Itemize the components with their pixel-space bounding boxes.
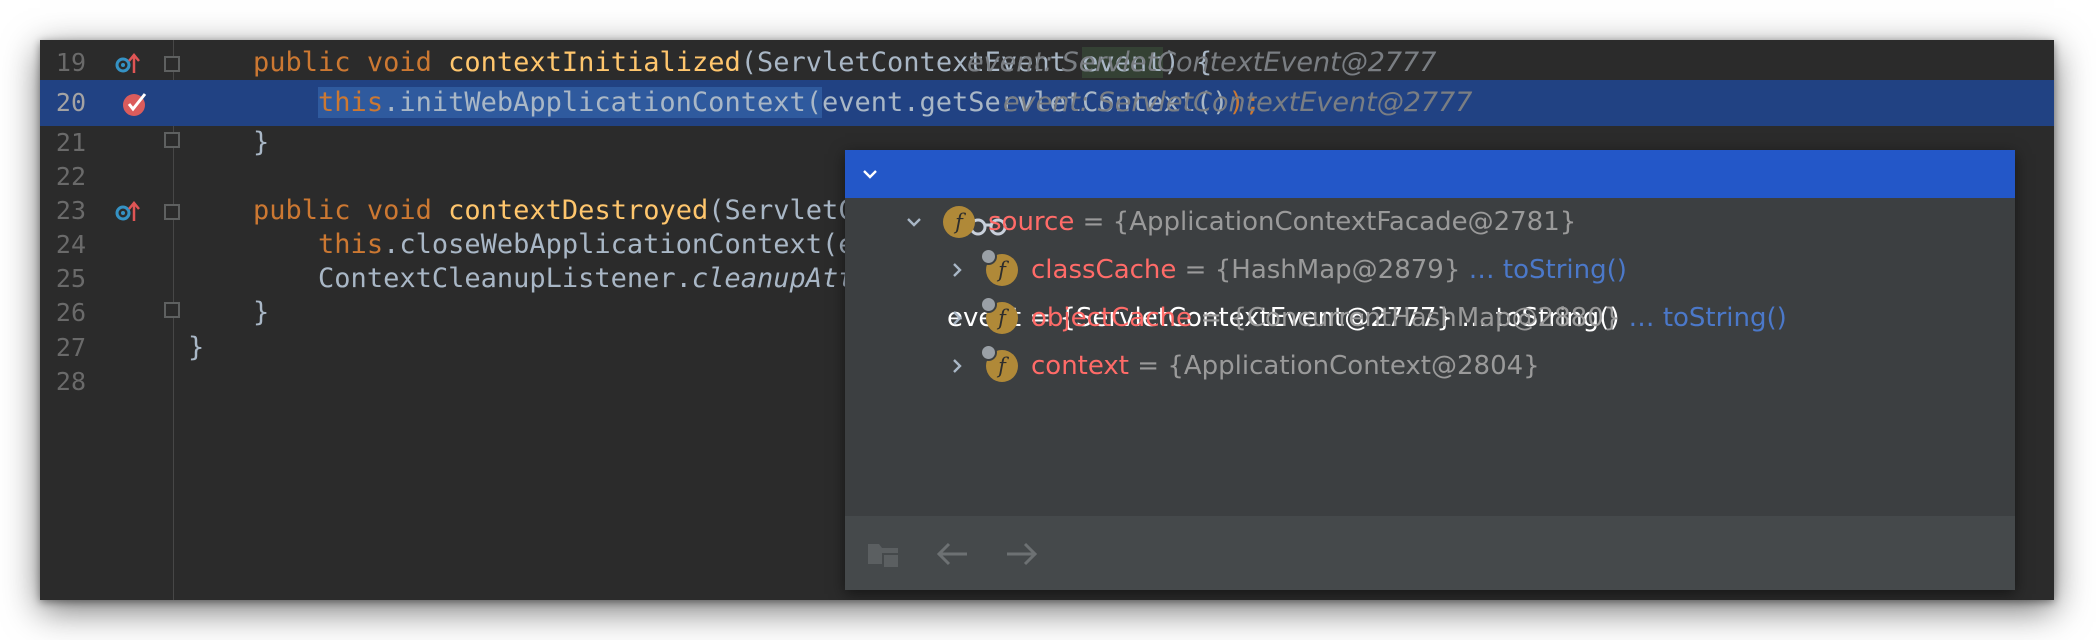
tree-node-source[interactable]: f source = {ApplicationContextFacade@278… — [845, 198, 2015, 246]
field-value: {ConcurrentHashMap@2880} — [1230, 303, 1621, 333]
chevron-down-icon[interactable] — [902, 198, 926, 246]
private-field-icon: f — [980, 248, 1018, 286]
tree-node-context[interactable]: f context = {ApplicationContext@2804} — [845, 342, 2015, 390]
tree-node-classcache[interactable]: f classCache = {HashMap@2879} … toString… — [845, 246, 2015, 294]
debug-value-popup[interactable]: event = {ServletContextEvent@2777} … toS… — [845, 150, 2015, 590]
add-to-watches-icon[interactable] — [865, 536, 905, 576]
fold-marker[interactable] — [164, 302, 180, 318]
field-name: source — [988, 207, 1075, 237]
field-name: objectCache — [1031, 303, 1192, 333]
field-name: classCache — [1031, 255, 1177, 285]
fold-marker[interactable] — [164, 132, 180, 148]
field-icon: f — [943, 206, 975, 238]
field-name: context — [1031, 351, 1129, 381]
field-value: {ApplicationContext@2804} — [1167, 351, 1540, 381]
chevron-right-icon[interactable] — [945, 294, 969, 342]
private-field-icon: f — [980, 296, 1018, 334]
fold-marker[interactable] — [164, 204, 180, 220]
implements-override-icon[interactable] — [114, 51, 142, 81]
to-string-link[interactable]: toString() — [1663, 303, 1787, 333]
breakpoint-icon[interactable] — [120, 88, 150, 122]
to-string-link[interactable]: toString() — [1503, 255, 1627, 285]
popup-toolbar — [845, 516, 2015, 590]
field-value: {ApplicationContextFacade@2781} — [1112, 207, 1577, 237]
fold-marker[interactable] — [164, 56, 180, 72]
back-arrow-icon[interactable] — [933, 536, 973, 576]
tree-node-objectcache[interactable]: f objectCache = {ConcurrentHashMap@2880}… — [845, 294, 2015, 342]
code-editor[interactable]: 18 19 public void contextInitialized(Ser… — [40, 40, 2054, 600]
chevron-right-icon[interactable] — [945, 246, 969, 294]
tree-node-event[interactable]: event = {ServletContextEvent@2777} … toS… — [845, 150, 2015, 333]
chevron-right-icon[interactable] — [945, 342, 969, 390]
forward-arrow-icon[interactable] — [1001, 536, 1041, 576]
field-value: {HashMap@2879} — [1214, 255, 1461, 285]
line-number: 28 — [55, 367, 86, 396]
chevron-down-icon[interactable] — [858, 150, 882, 198]
private-field-icon: f — [980, 344, 1018, 382]
